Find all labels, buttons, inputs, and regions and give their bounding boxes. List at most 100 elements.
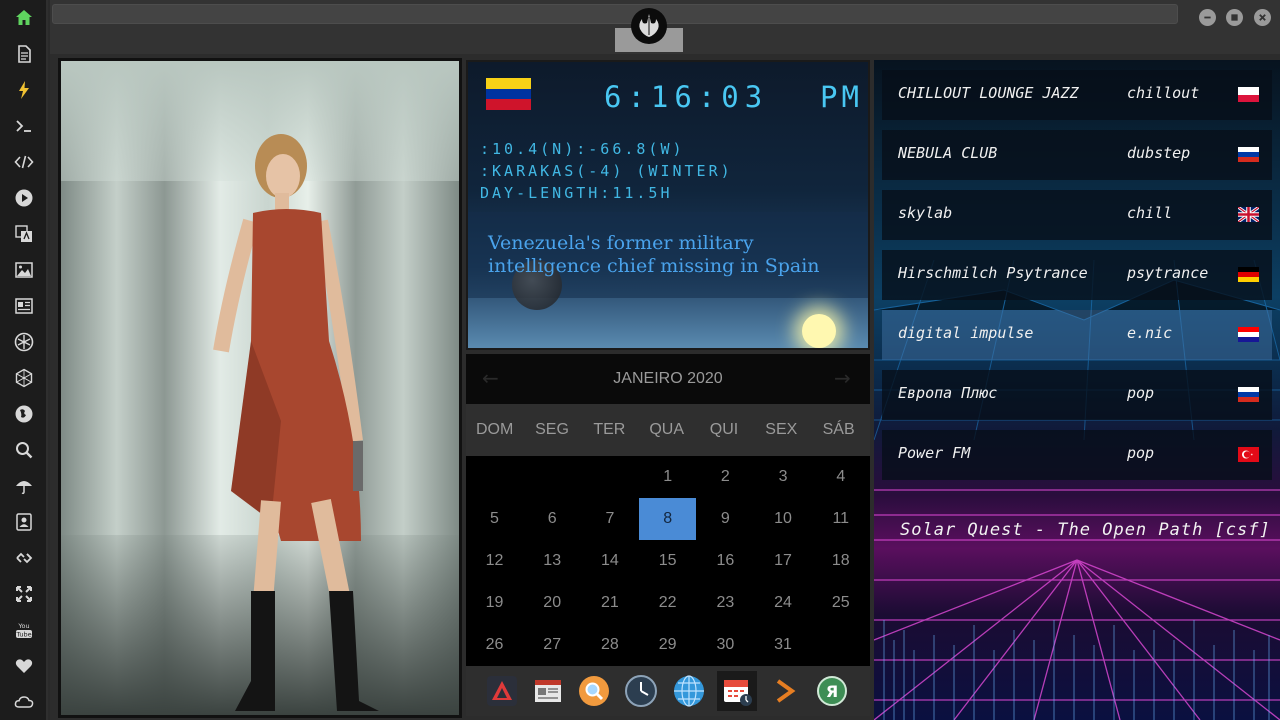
- coordinates-text: :10.4(N):-66.8(W): [480, 140, 685, 158]
- minimize-icon[interactable]: [1199, 9, 1216, 26]
- home-icon[interactable]: [12, 6, 36, 30]
- uk-flag-icon: [1238, 207, 1259, 222]
- calendar-day[interactable]: 3: [755, 456, 812, 498]
- weekday-label: TER: [593, 421, 626, 438]
- station-genre: psytrance: [1127, 264, 1209, 282]
- calendar-day[interactable]: 10: [755, 498, 812, 540]
- expand-icon[interactable]: [12, 582, 36, 606]
- station-name: NEBULA CLUB: [898, 144, 998, 162]
- svg-text:You: You: [17, 622, 29, 630]
- heart-icon[interactable]: [12, 654, 36, 678]
- station-genre: e.nic: [1127, 324, 1173, 342]
- calendar-day[interactable]: 4: [812, 456, 869, 498]
- rebel-alliance-emblem-icon: [631, 8, 667, 44]
- clock-app-icon[interactable]: [621, 671, 661, 711]
- weekday-label: SÁB: [822, 421, 855, 438]
- station-row[interactable]: CHILLOUT LOUNGE JAZZ chillout: [882, 70, 1272, 120]
- calendar-day[interactable]: 26: [466, 624, 523, 666]
- station-genre: dubstep: [1127, 144, 1191, 162]
- calendar-day[interactable]: 25: [812, 582, 869, 624]
- yandex-app-icon[interactable]: Я: [812, 671, 852, 711]
- youtube-icon[interactable]: You Tube: [12, 618, 36, 642]
- station-name: CHILLOUT LOUNGE JAZZ: [898, 84, 1079, 102]
- contacts-icon[interactable]: [12, 510, 36, 534]
- calendar-day[interactable]: 20: [524, 582, 581, 624]
- calendar-day[interactable]: 11: [812, 498, 869, 540]
- calendar-day[interactable]: 14: [581, 540, 638, 582]
- photo-panel: [58, 58, 462, 718]
- station-row-selected[interactable]: digital impulse e.nic: [882, 310, 1272, 360]
- umbrella-icon[interactable]: [12, 474, 36, 498]
- calendar-day[interactable]: 7: [581, 498, 638, 540]
- maximize-icon[interactable]: [1226, 9, 1243, 26]
- lightning-icon[interactable]: [12, 78, 36, 102]
- calendar-day[interactable]: 30: [697, 624, 754, 666]
- station-row[interactable]: skylab chill: [882, 190, 1272, 240]
- calendar-day[interactable]: 28: [581, 624, 638, 666]
- calendar-day[interactable]: 22: [639, 582, 696, 624]
- station-row[interactable]: NEBULA CLUB dubstep: [882, 130, 1272, 180]
- calendar-day[interactable]: 31: [755, 624, 812, 666]
- code-icon[interactable]: [12, 150, 36, 174]
- calendar-day[interactable]: 16: [697, 540, 754, 582]
- calendar-day[interactable]: 21: [581, 582, 638, 624]
- poland-flag-icon: [1238, 87, 1259, 102]
- hexagon-icon[interactable]: [12, 366, 36, 390]
- archive-app-icon[interactable]: [482, 671, 522, 711]
- now-playing-title: Solar Quest - The Open Path [csf]: [900, 520, 1271, 540]
- calendar-day[interactable]: 29: [639, 624, 696, 666]
- document-icon[interactable]: [12, 42, 36, 66]
- search-icon[interactable]: [12, 438, 36, 462]
- russia-flag-icon: [1238, 387, 1259, 402]
- calendar-day[interactable]: 13: [524, 540, 581, 582]
- radio-panel: CHILLOUT LOUNGE JAZZ chillout NEBULA CLU…: [874, 60, 1280, 720]
- cloud-icon[interactable]: [12, 690, 36, 714]
- calendar-day[interactable]: 9: [697, 498, 754, 540]
- station-row[interactable]: Power FM pop: [882, 430, 1272, 480]
- rebel-icon[interactable]: [12, 330, 36, 354]
- calendar-day[interactable]: 12: [466, 540, 523, 582]
- news-app-icon[interactable]: [528, 671, 568, 711]
- station-name: Power FM: [898, 444, 971, 462]
- translate-icon[interactable]: [12, 222, 36, 246]
- terminal-icon[interactable]: [12, 114, 36, 138]
- calendar-day[interactable]: 17: [755, 540, 812, 582]
- calendar-day[interactable]: 5: [466, 498, 523, 540]
- calendar-day[interactable]: 23: [697, 582, 754, 624]
- station-genre: chill: [1127, 204, 1173, 222]
- calendar-header: ← JANEIRO 2020 →: [466, 354, 870, 404]
- globe-app-icon[interactable]: [669, 671, 709, 711]
- calendar-app-icon[interactable]: [717, 671, 757, 711]
- link-icon[interactable]: [12, 546, 36, 570]
- calendar-grid: 1 2 3 4 5 6 7 8 9 10 11 12 13 14 15 16 17 18 19 20 21 22 23 24 2…: [466, 456, 870, 666]
- image-icon[interactable]: [12, 258, 36, 282]
- station-row[interactable]: Hirschmilch Psytrance psytrance: [882, 250, 1272, 300]
- globe-icon[interactable]: [12, 402, 36, 426]
- station-name: Hirschmilch Psytrance: [898, 264, 1088, 282]
- turkey-flag-icon: [1238, 447, 1259, 462]
- close-icon[interactable]: [1254, 9, 1271, 26]
- calendar-day[interactable]: 6: [524, 498, 581, 540]
- calendar-day[interactable]: 1: [639, 456, 696, 498]
- emblem-tab[interactable]: [615, 0, 683, 52]
- calendar-day[interactable]: 24: [755, 582, 812, 624]
- station-row[interactable]: Европа Плюс pop: [882, 370, 1272, 420]
- country-flag: [486, 78, 531, 110]
- search-app-icon[interactable]: [574, 671, 614, 711]
- clock-panel: 6:16:03 PM :10.4(N):-66.8(W) :KARAKAS(-4…: [466, 60, 870, 350]
- germany-flag-icon: [1238, 267, 1259, 282]
- calendar-day[interactable]: 15: [639, 540, 696, 582]
- calendar-day[interactable]: 19: [466, 582, 523, 624]
- news-headline[interactable]: Venezuela's former military intelligence…: [488, 232, 858, 278]
- main-area: 6:16:03 PM :10.4(N):-66.8(W) :KARAKAS(-4…: [50, 54, 1280, 720]
- calendar-next-arrow-icon[interactable]: →: [834, 368, 854, 388]
- calendar-day[interactable]: 18: [812, 540, 869, 582]
- play-icon[interactable]: [12, 186, 36, 210]
- clock-ampm: PM: [820, 80, 863, 114]
- calendar-day[interactable]: 27: [524, 624, 581, 666]
- news-icon[interactable]: [12, 294, 36, 318]
- calendar-day-selected[interactable]: 8: [639, 498, 697, 540]
- forward-app-icon[interactable]: [765, 671, 805, 711]
- station-name: digital impulse: [898, 324, 1034, 342]
- calendar-day[interactable]: 2: [697, 456, 754, 498]
